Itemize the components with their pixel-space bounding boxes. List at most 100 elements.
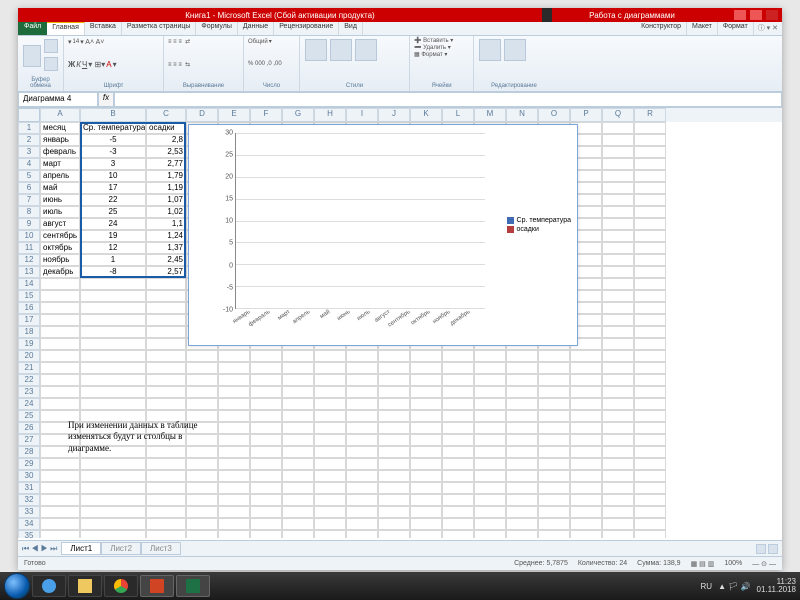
col-G[interactable]: G — [282, 108, 314, 122]
cell[interactable] — [602, 146, 634, 158]
row-header[interactable]: 19 — [18, 338, 40, 350]
cell[interactable] — [570, 506, 602, 518]
cell[interactable] — [442, 530, 474, 538]
cell[interactable] — [346, 434, 378, 446]
taskbar-ie[interactable] — [32, 575, 66, 597]
row-header[interactable]: 21 — [18, 362, 40, 374]
cell[interactable] — [80, 530, 146, 538]
cell[interactable] — [40, 314, 80, 326]
cell[interactable] — [282, 422, 314, 434]
cell[interactable] — [146, 458, 186, 470]
cell[interactable] — [80, 518, 146, 530]
cell[interactable] — [570, 422, 602, 434]
cell[interactable] — [634, 506, 666, 518]
cell[interactable]: октябрь — [40, 242, 80, 254]
cell[interactable] — [634, 482, 666, 494]
cell[interactable] — [378, 458, 410, 470]
cell[interactable] — [410, 470, 442, 482]
cell[interactable] — [538, 386, 570, 398]
taskbar-chrome[interactable] — [104, 575, 138, 597]
cell[interactable] — [410, 434, 442, 446]
cell[interactable] — [314, 422, 346, 434]
row-header[interactable]: 2 — [18, 134, 40, 146]
cell[interactable] — [80, 470, 146, 482]
cell[interactable] — [346, 386, 378, 398]
cell[interactable] — [442, 446, 474, 458]
cell[interactable] — [602, 302, 634, 314]
cell[interactable] — [602, 446, 634, 458]
cell[interactable] — [186, 362, 218, 374]
cell[interactable] — [378, 506, 410, 518]
cell[interactable] — [634, 182, 666, 194]
cell[interactable] — [378, 494, 410, 506]
cell[interactable] — [314, 494, 346, 506]
cell[interactable] — [602, 494, 634, 506]
cell[interactable] — [282, 398, 314, 410]
row-header[interactable]: 14 — [18, 278, 40, 290]
cell[interactable] — [442, 398, 474, 410]
cell[interactable] — [442, 494, 474, 506]
cell[interactable] — [218, 530, 250, 538]
cell[interactable] — [602, 362, 634, 374]
cell[interactable]: 1,79 — [146, 170, 186, 182]
cell[interactable] — [410, 530, 442, 538]
cell[interactable] — [314, 386, 346, 398]
cell[interactable] — [506, 410, 538, 422]
cell[interactable] — [40, 482, 80, 494]
cell[interactable] — [506, 446, 538, 458]
cell[interactable] — [40, 386, 80, 398]
cell[interactable] — [602, 506, 634, 518]
cell[interactable] — [602, 182, 634, 194]
cell[interactable] — [634, 518, 666, 530]
row-header[interactable]: 29 — [18, 458, 40, 470]
row-header[interactable]: 17 — [18, 314, 40, 326]
cell[interactable] — [80, 314, 146, 326]
cell[interactable] — [218, 518, 250, 530]
col-C[interactable]: C — [146, 108, 186, 122]
cell[interactable] — [80, 290, 146, 302]
zoom-level[interactable]: 100% — [724, 560, 742, 567]
cell[interactable] — [250, 446, 282, 458]
cell[interactable]: декабрь — [40, 266, 80, 278]
cell[interactable] — [80, 458, 146, 470]
cond-format-icon[interactable] — [305, 39, 327, 61]
cell[interactable] — [634, 302, 666, 314]
cell[interactable]: 1,37 — [146, 242, 186, 254]
cell[interactable] — [442, 470, 474, 482]
cell[interactable] — [602, 470, 634, 482]
cell[interactable]: февраль — [40, 146, 80, 158]
cell[interactable] — [80, 386, 146, 398]
cell[interactable]: 2,57 — [146, 266, 186, 278]
row-header[interactable]: 18 — [18, 326, 40, 338]
cell[interactable] — [634, 230, 666, 242]
tab-chart-layout[interactable]: Макет — [687, 22, 718, 35]
chart-legend[interactable]: Ср. температура осадки — [507, 215, 571, 235]
cell[interactable] — [506, 506, 538, 518]
row-header[interactable]: 5 — [18, 170, 40, 182]
cell[interactable] — [442, 350, 474, 362]
cell[interactable] — [314, 530, 346, 538]
cell[interactable] — [378, 422, 410, 434]
cell[interactable] — [634, 218, 666, 230]
cell[interactable] — [538, 362, 570, 374]
cell[interactable] — [250, 470, 282, 482]
cell[interactable]: 1,24 — [146, 230, 186, 242]
cell[interactable] — [314, 482, 346, 494]
row-header[interactable]: 11 — [18, 242, 40, 254]
cell[interactable] — [186, 530, 218, 538]
hscroll-left[interactable] — [756, 544, 766, 554]
cell[interactable] — [538, 410, 570, 422]
cell[interactable] — [250, 518, 282, 530]
cell[interactable] — [570, 482, 602, 494]
cell[interactable]: 1,1 — [146, 218, 186, 230]
cell[interactable] — [538, 506, 570, 518]
cell[interactable] — [634, 134, 666, 146]
cell[interactable] — [538, 350, 570, 362]
cell[interactable] — [538, 482, 570, 494]
cell[interactable] — [40, 470, 80, 482]
cell[interactable] — [378, 386, 410, 398]
tab-file[interactable]: Файл — [18, 22, 47, 35]
cell[interactable] — [346, 530, 378, 538]
cell[interactable]: 17 — [80, 182, 146, 194]
cell[interactable] — [218, 410, 250, 422]
